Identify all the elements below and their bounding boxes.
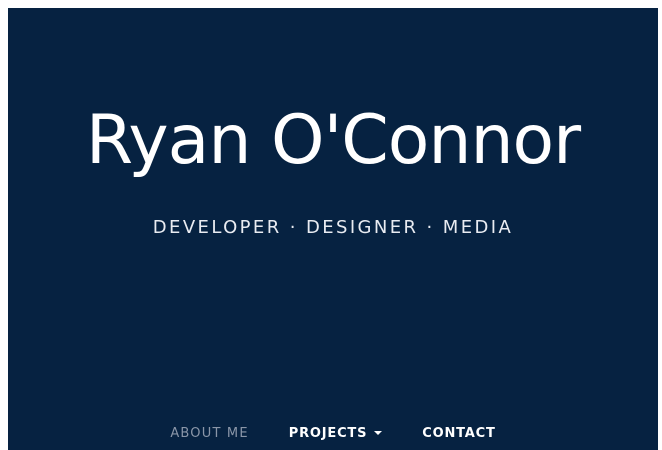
hero-section: Ryan O'Connor DEVELOPER · DESIGNER · MED… — [8, 8, 658, 450]
hero-name: Ryan O'Connor — [85, 101, 581, 180]
caret-down-icon — [374, 431, 383, 435]
nav-link-label: PROJECTS — [288, 425, 368, 441]
nav-link-label: ABOUT ME — [170, 425, 249, 441]
nav-link-label: CONTACT — [422, 425, 496, 441]
hero-tagline: DEVELOPER · DESIGNER · MEDIA — [152, 217, 514, 238]
nav-link-contact[interactable]: CONTACT — [402, 426, 515, 441]
main-nav: ABOUT ME PROJECTS CONTACT — [8, 421, 658, 445]
nav-link-projects[interactable]: PROJECTS — [269, 426, 402, 441]
nav-link-about-me[interactable]: ABOUT ME — [150, 426, 268, 441]
